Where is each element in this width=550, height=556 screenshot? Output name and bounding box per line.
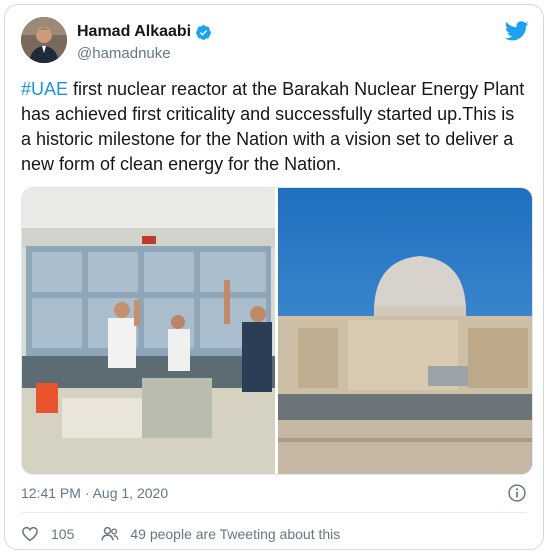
like-count[interactable]: 105 (51, 526, 74, 542)
hashtag-link[interactable]: #UAE (21, 79, 68, 99)
tweet-body: first nuclear reactor at the Barakah Nuc… (21, 79, 525, 174)
author-name[interactable]: Hamad Alkaabi (77, 23, 191, 41)
tweet-card: Hamad Alkaabi @hamadnuke #UAE first nucl… (4, 4, 544, 550)
engagement-bar: 105 49 people are Tweeting about this (21, 524, 340, 544)
author-name-row[interactable]: Hamad Alkaabi (77, 23, 212, 41)
tweet-text: #UAE first nuclear reactor at the Baraka… (21, 77, 526, 177)
timestamp[interactable]: 12:41 PM · Aug 1, 2020 (21, 485, 168, 501)
heart-icon[interactable] (21, 525, 39, 543)
media-gallery (21, 187, 533, 475)
barakah-plant-photo[interactable] (278, 188, 532, 474)
people-icon (101, 526, 119, 541)
info-icon[interactable] (507, 483, 527, 503)
people-tweeting-link[interactable]: 49 people are Tweeting about this (130, 526, 340, 542)
author-handle[interactable]: @hamadnuke (77, 45, 171, 62)
avatar[interactable] (21, 17, 67, 63)
control-room-photo[interactable] (22, 188, 275, 474)
twitter-bird-icon[interactable] (505, 19, 529, 43)
divider (21, 512, 527, 513)
verified-badge-icon (196, 24, 212, 40)
